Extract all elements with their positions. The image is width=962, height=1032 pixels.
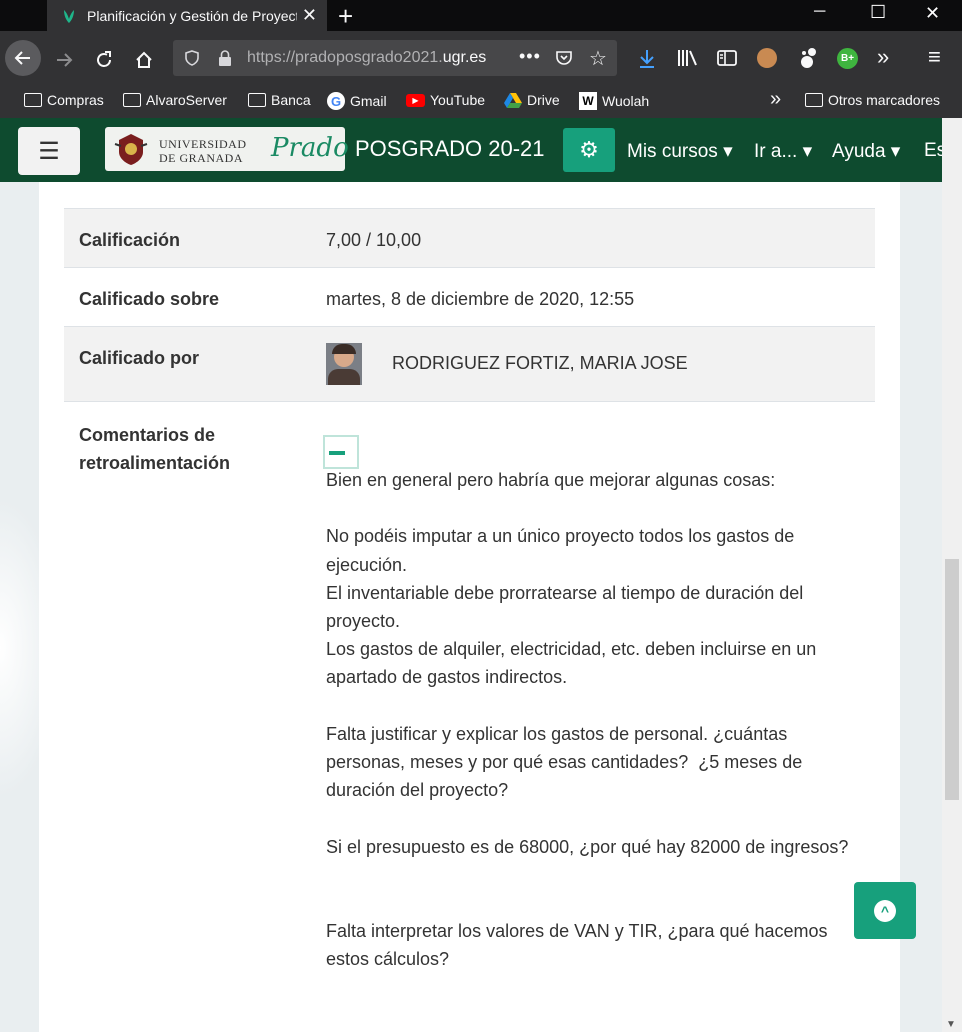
ugr-crest-icon xyxy=(114,134,148,165)
bookmark-wuolah[interactable]: W Wuolah xyxy=(579,92,649,110)
extension-bplus-icon[interactable]: B+ xyxy=(837,48,858,69)
grade-row: Calificación 7,00 / 10,00 xyxy=(64,208,875,267)
main-content: Calificación 7,00 / 10,00 Calificado sob… xyxy=(39,182,900,1032)
menu-ir-a[interactable]: Ir a... ▾ xyxy=(754,140,812,163)
url-bar[interactable]: https://pradoposgrado2021.ugr.es ••• ☆ xyxy=(173,40,617,76)
back-button[interactable] xyxy=(5,40,41,76)
chevron-up-icon: ^ xyxy=(874,899,896,922)
home-icon xyxy=(136,51,152,68)
tab-bar: Planificación y Gestión de Proyectos ✕ +… xyxy=(0,0,962,31)
minus-icon xyxy=(329,451,345,455)
hamburger-icon: ☰ xyxy=(38,137,60,165)
home-button[interactable] xyxy=(132,48,156,72)
menu-icon[interactable]: ≡ xyxy=(928,44,941,70)
tab-title: Planificación y Gestión de Proyectos xyxy=(87,7,297,24)
grade-value: 7,00 / 10,00 xyxy=(326,230,422,250)
close-tab-icon[interactable]: ✕ xyxy=(302,5,317,26)
scrollbar-thumb[interactable] xyxy=(945,559,959,800)
feedback-row: Comentarios de retroalimentación Bien en… xyxy=(64,401,875,1001)
youtube-icon: ▶ xyxy=(406,93,425,107)
prado-wordmark: Prado xyxy=(271,133,349,163)
bookmark-drive[interactable]: Drive xyxy=(504,92,560,108)
arrow-right-icon xyxy=(57,53,73,67)
forward-button[interactable] xyxy=(52,48,76,72)
menu-ayuda[interactable]: Ayuda ▾ xyxy=(832,140,900,163)
shield-icon xyxy=(185,50,199,66)
folder-icon xyxy=(805,93,823,107)
overflow-chevron-icon[interactable]: » xyxy=(877,44,889,70)
graded-by-value[interactable]: RODRIGUEZ FORTIZ, MARIA JOSE xyxy=(392,353,688,374)
reload-button[interactable] xyxy=(92,48,116,72)
graded-on-row: Calificado sobre martes, 8 de diciembre … xyxy=(64,267,875,326)
bookmarks-overflow-icon[interactable]: » xyxy=(770,88,781,111)
grader-avatar[interactable] xyxy=(326,343,362,385)
prado-leaf-icon xyxy=(64,9,74,23)
sidebar-icon[interactable] xyxy=(716,48,738,68)
browser-tab[interactable]: Planificación y Gestión de Proyectos ✕ xyxy=(47,0,327,31)
scroll-down-icon[interactable]: ▼ xyxy=(946,1019,956,1030)
avatar-body xyxy=(328,369,360,385)
feedback-label: Comentarios de retroalimentación xyxy=(79,425,231,473)
library-icon[interactable] xyxy=(676,48,698,68)
page-scrollbar[interactable]: ▼ xyxy=(942,118,962,1032)
navigation-bar: https://pradoposgrado2021.ugr.es ••• ☆ B… xyxy=(0,31,962,85)
graded-on-label: Calificado sobre xyxy=(79,289,220,309)
minimize-icon[interactable]: ─ xyxy=(814,3,825,21)
folder-icon xyxy=(123,93,141,107)
gnome-extension-icon[interactable] xyxy=(798,47,818,69)
window-close-icon[interactable]: ✕ xyxy=(925,3,940,24)
google-icon: G xyxy=(327,92,345,110)
bookmark-alvaroserver[interactable]: AlvaroServer xyxy=(123,92,227,108)
menu-mis-cursos[interactable]: Mis cursos ▾ xyxy=(627,140,733,163)
bookmark-star-icon[interactable]: ☆ xyxy=(589,46,607,71)
feedback-text: Bien en general pero habría que mejorar … xyxy=(326,470,849,970)
folder-icon xyxy=(24,93,42,107)
graded-by-row: Calificado por RODRIGUEZ FORTIZ, MARIA J… xyxy=(64,326,875,401)
gears-icon: ⚙ xyxy=(579,137,599,162)
folder-icon xyxy=(248,93,266,107)
site-logo[interactable]: UNIVERSIDAD DE GRANADA Prado xyxy=(105,127,349,171)
settings-button[interactable]: ⚙ xyxy=(563,128,615,172)
site-title[interactable]: POSGRADO 20-21 xyxy=(355,136,545,162)
arrow-left-icon xyxy=(14,51,30,65)
drawer-toggle-button[interactable]: ☰ xyxy=(18,127,80,175)
web-page: ☰ UNIVERSIDAD DE GRANADA Prado POSGRADO 2… xyxy=(0,118,962,1032)
reload-icon xyxy=(97,51,111,67)
bookmark-banca[interactable]: Banca xyxy=(248,92,311,108)
download-icon[interactable] xyxy=(637,48,657,70)
maximize-icon[interactable]: ☐ xyxy=(870,2,886,23)
bookmarks-bar: Compras AlvaroServer Banca G Gmail ▶ YouTu… xyxy=(0,85,962,118)
new-tab-icon[interactable]: + xyxy=(338,1,353,32)
collapse-feedback-button[interactable] xyxy=(323,435,359,469)
other-bookmarks[interactable]: Otros marcadores xyxy=(805,92,940,108)
url-text: https://pradoposgrado2021.ugr.es xyxy=(247,49,487,66)
profile-avatar-icon[interactable] xyxy=(757,48,777,68)
lock-icon xyxy=(219,50,231,66)
back-to-top-button[interactable]: ^ xyxy=(854,882,916,939)
avatar-hair xyxy=(332,344,356,354)
grade-label: Calificación xyxy=(79,230,181,250)
bookmark-compras[interactable]: Compras xyxy=(24,92,104,108)
page-actions-icon[interactable]: ••• xyxy=(519,46,541,67)
bookmark-youtube[interactable]: ▶ YouTube xyxy=(406,92,485,108)
pocket-icon[interactable] xyxy=(555,49,573,67)
ugr-wordmark: UNIVERSIDAD DE GRANADA xyxy=(159,137,247,165)
bookmark-gmail[interactable]: G Gmail xyxy=(327,92,387,110)
graded-by-label: Calificado por xyxy=(79,348,200,368)
graded-on-value: martes, 8 de diciembre de 2020, 12:55 xyxy=(326,289,635,309)
drive-icon xyxy=(504,93,522,108)
site-navbar: ☰ UNIVERSIDAD DE GRANADA Prado POSGRADO 2… xyxy=(0,118,946,182)
wuolah-icon: W xyxy=(579,92,597,110)
feedback-table: Calificación 7,00 / 10,00 Calificado sob… xyxy=(64,208,875,1001)
